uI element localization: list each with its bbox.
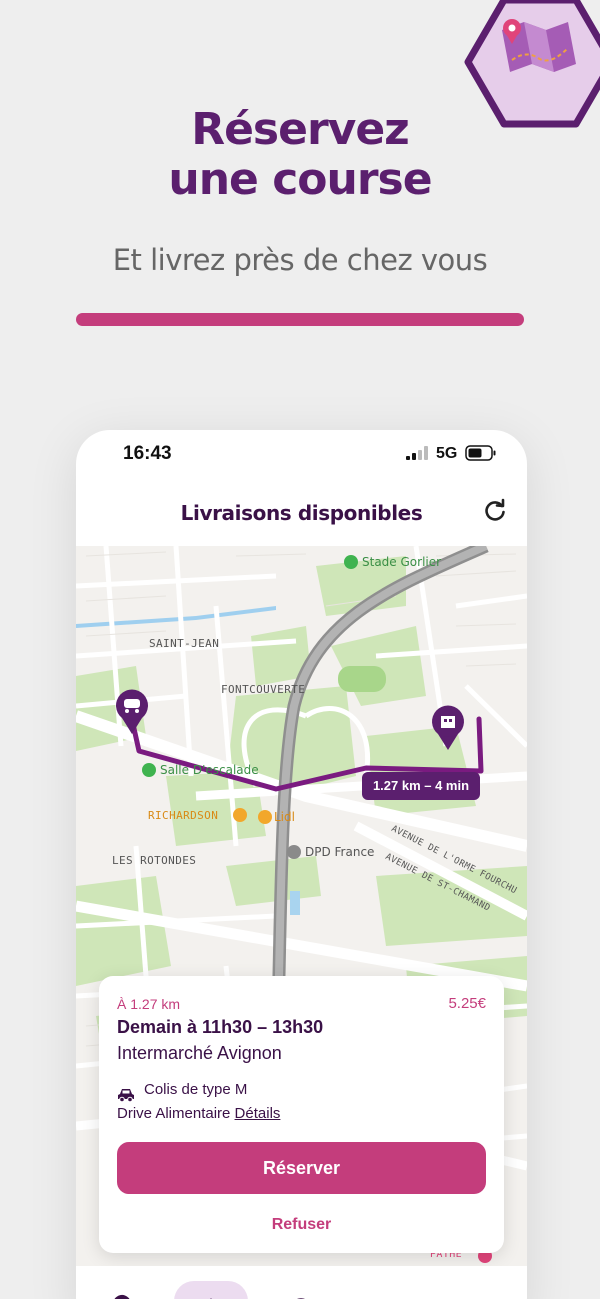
nav-search-icon[interactable] [372, 1276, 412, 1299]
card-category: Drive Alimentaire [117, 1105, 231, 1122]
phone-mockup: 16:43 5G Livraisons disponibles Stade Go… [76, 430, 527, 1299]
promo-headline: Réservez une course [0, 105, 600, 205]
map-label-salle: Salle D'escalade [160, 763, 259, 777]
map-label-lidl: Lidl [274, 810, 295, 824]
map-label-fontcouverte: FONTCOUVERTE [221, 683, 306, 696]
card-distance: À 1.27 km [117, 996, 181, 1012]
map-label-richardson: RICHARDSON [148, 809, 219, 822]
card-category-row: Drive Alimentaire Détails [117, 1105, 280, 1122]
map-label-rotondes: LES ROTONDES [112, 854, 197, 867]
status-bar: 16:43 5G [76, 430, 527, 478]
route-info-badge: 1.27 km – 4 min [362, 772, 480, 800]
details-link[interactable]: Détails [235, 1105, 281, 1122]
card-store: Intermarché Avignon [117, 1043, 282, 1063]
page-title: Livraisons disponibles [180, 501, 423, 525]
car-icon [118, 1089, 134, 1103]
promo-headline-line2: une course [168, 154, 432, 205]
promo-headline-line1: Réservez [191, 104, 410, 155]
map-label-stade: Stade Gorlier [362, 555, 442, 569]
delivery-card: À 1.27 km 5.25€ Demain à 11h30 – 13h30 I… [99, 976, 504, 1253]
nav-profile-icon[interactable] [462, 1276, 502, 1299]
map-label-dpd: DPD France [305, 845, 375, 859]
network-type: 5G [436, 445, 458, 462]
card-package-type: Colis de type M [144, 1081, 248, 1098]
accent-divider [76, 313, 524, 326]
bottom-nav [76, 1266, 527, 1299]
nav-tools-icon[interactable] [102, 1276, 142, 1299]
battery-icon [465, 445, 496, 461]
refuse-button[interactable]: Refuser [99, 1216, 504, 1234]
promo-subline: Et livrez près de chez vous [112, 243, 488, 277]
nav-delivery-icon[interactable] [191, 1276, 231, 1299]
map-label-saint-jean: SAINT-JEAN [149, 637, 220, 650]
card-price: 5.25€ [448, 995, 486, 1012]
refresh-icon[interactable] [482, 498, 508, 524]
status-time: 16:43 [123, 443, 172, 464]
nav-history-icon[interactable] [281, 1276, 321, 1299]
card-time-window: Demain à 11h30 – 13h30 [117, 1017, 324, 1037]
signal-icon [406, 446, 428, 460]
reserve-button[interactable]: Réserver [117, 1142, 486, 1194]
